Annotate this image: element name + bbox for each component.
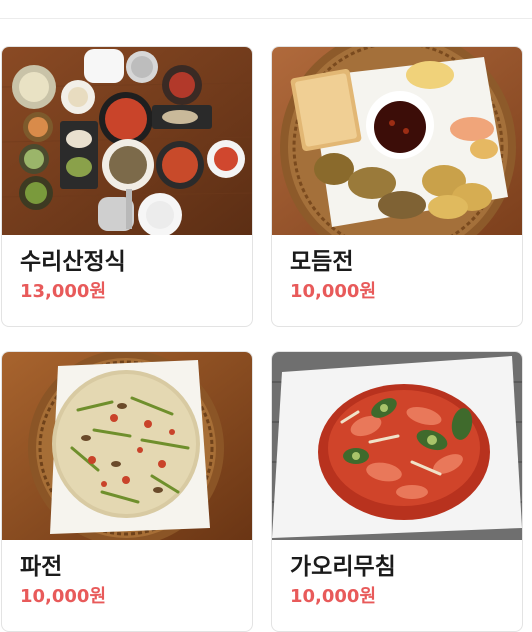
menu-grid: 수리산정식 13,000원 모듬전 10,000원 파전 10,000원 가오리… bbox=[1, 46, 523, 632]
top-bar bbox=[0, 0, 532, 19]
assorted-pancakes-photo bbox=[272, 47, 522, 235]
menu-card-spicy-stingray-salad[interactable]: 가오리무침 10,000원 bbox=[271, 351, 523, 632]
menu-item-price: 13,000원 bbox=[20, 281, 107, 302]
green-onion-pancake-photo bbox=[2, 352, 252, 540]
menu-item-price: 10,000원 bbox=[20, 586, 107, 607]
menu-item-name: 수리산정식 bbox=[20, 249, 126, 275]
menu-item-price: 10,000원 bbox=[290, 586, 377, 607]
menu-item-name: 모듬전 bbox=[290, 249, 354, 275]
korean-set-meal-photo bbox=[2, 47, 252, 235]
menu-card-green-onion-pancake[interactable]: 파전 10,000원 bbox=[1, 351, 253, 632]
spicy-stingray-salad-photo bbox=[272, 352, 522, 540]
menu-item-name: 파전 bbox=[20, 554, 63, 580]
menu-item-price: 10,000원 bbox=[290, 281, 377, 302]
menu-item-name: 가오리무침 bbox=[290, 554, 396, 580]
menu-card-assorted-pancakes[interactable]: 모듬전 10,000원 bbox=[271, 46, 523, 327]
menu-card-set-meal[interactable]: 수리산정식 13,000원 bbox=[1, 46, 253, 327]
